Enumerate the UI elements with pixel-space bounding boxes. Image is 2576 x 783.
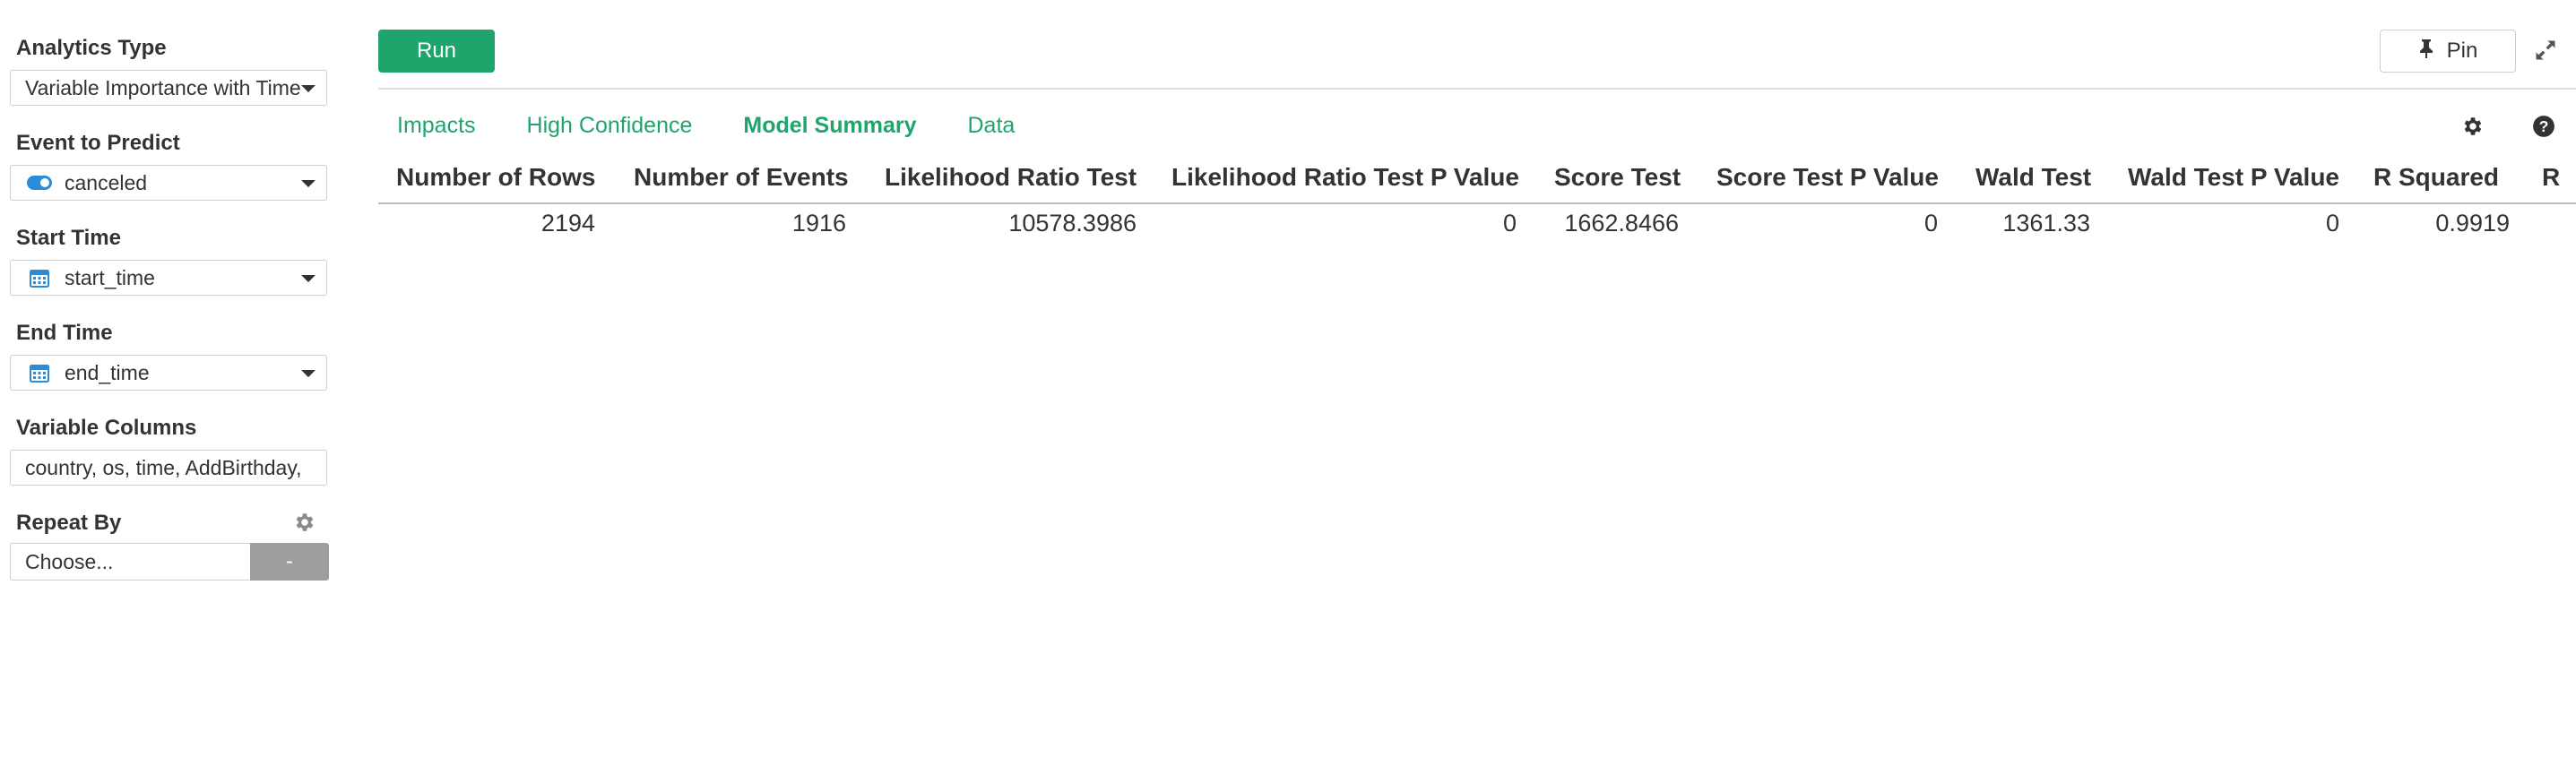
column-header[interactable]: Likelihood Ratio Test: [885, 163, 1137, 192]
table-cell: 0: [1502, 210, 1517, 237]
table-row: 2194 1916 10578.3986 0 1662.8466 0 1361.…: [378, 204, 2576, 247]
sidebar: Analytics Type Variable Importance with …: [0, 0, 359, 783]
tab-bar: Impacts High Confidence Model Summary Da…: [397, 113, 1066, 140]
start-time-label: Start Time: [16, 226, 121, 250]
svg-text:?: ?: [2539, 117, 2549, 135]
divider: [378, 88, 2576, 90]
column-header[interactable]: Number of Rows: [396, 163, 595, 192]
start-time-value: start_time: [65, 265, 155, 289]
tab-data[interactable]: Data: [967, 113, 1015, 140]
calendar-icon: [27, 360, 52, 385]
table-cell: 0: [2325, 210, 2339, 237]
expand-icon[interactable]: [2533, 38, 2558, 67]
event-to-predict-label: Event to Predict: [16, 131, 180, 155]
column-header[interactable]: Wald Test P Value: [2128, 163, 2339, 192]
variable-columns-input[interactable]: country, os, time, AddBirthday,: [10, 450, 327, 486]
analytics-type-value: Variable Importance with Time: [25, 75, 301, 99]
end-time-select[interactable]: end_time: [10, 355, 327, 391]
chevron-down-icon: [301, 180, 316, 187]
variable-columns-label: Variable Columns: [16, 416, 197, 440]
table-cell: 10578.3986: [1008, 210, 1137, 237]
repeat-by-input[interactable]: Choose...: [10, 543, 250, 581]
column-header[interactable]: Score Test P Value: [1716, 163, 1939, 192]
table-cell: 1361.33: [2002, 210, 2090, 237]
table-cell: 1662.8466: [1564, 210, 1679, 237]
pin-icon: [2418, 39, 2434, 65]
table-cell: 1916: [791, 210, 846, 237]
chevron-down-icon: [301, 370, 316, 377]
table-cell: 0: [1923, 210, 1938, 237]
help-icon[interactable]: ?: [2532, 115, 2555, 142]
calendar-icon: [27, 265, 52, 290]
column-header[interactable]: Likelihood Ratio Test P Value: [1171, 163, 1519, 192]
table-cell: 0.9919: [2435, 210, 2510, 237]
tab-model-summary[interactable]: Model Summary: [743, 113, 916, 140]
repeat-by-label: Repeat By: [16, 511, 122, 535]
repeat-by-remove-button[interactable]: -: [250, 543, 329, 581]
column-header[interactable]: Score Test: [1554, 163, 1681, 192]
column-header[interactable]: Wald Test: [1975, 163, 2091, 192]
gear-icon[interactable]: [292, 511, 316, 538]
table-cell: 2194: [540, 210, 595, 237]
chevron-down-icon: [301, 85, 316, 92]
pin-button[interactable]: Pin: [2380, 30, 2516, 73]
column-header[interactable]: R: [2542, 163, 2560, 192]
variable-columns-value: country, os, time, AddBirthday,: [25, 455, 302, 479]
table-header: Number of Rows Number of Events Likeliho…: [378, 159, 2576, 204]
event-to-predict-select[interactable]: canceled: [10, 165, 327, 201]
chevron-down-icon: [301, 275, 316, 282]
end-time-label: End Time: [16, 321, 113, 345]
column-header[interactable]: R Squared: [2373, 163, 2499, 192]
tab-high-confidence[interactable]: High Confidence: [527, 113, 693, 140]
run-button[interactable]: Run: [378, 30, 495, 73]
analytics-type-label: Analytics Type: [16, 36, 167, 60]
model-summary-table: Number of Rows Number of Events Likeliho…: [378, 159, 2576, 247]
start-time-select[interactable]: start_time: [10, 260, 327, 296]
repeat-by-control: Choose... -: [10, 543, 329, 581]
analytics-type-select[interactable]: Variable Importance with Time: [10, 70, 327, 106]
event-to-predict-value: canceled: [65, 170, 148, 194]
toggle-icon: [27, 170, 52, 195]
tab-impacts[interactable]: Impacts: [397, 113, 476, 140]
end-time-value: end_time: [65, 360, 150, 384]
pin-label: Pin: [2446, 39, 2478, 63]
column-header[interactable]: Number of Events: [634, 163, 849, 192]
gear-icon[interactable]: [2460, 115, 2484, 142]
